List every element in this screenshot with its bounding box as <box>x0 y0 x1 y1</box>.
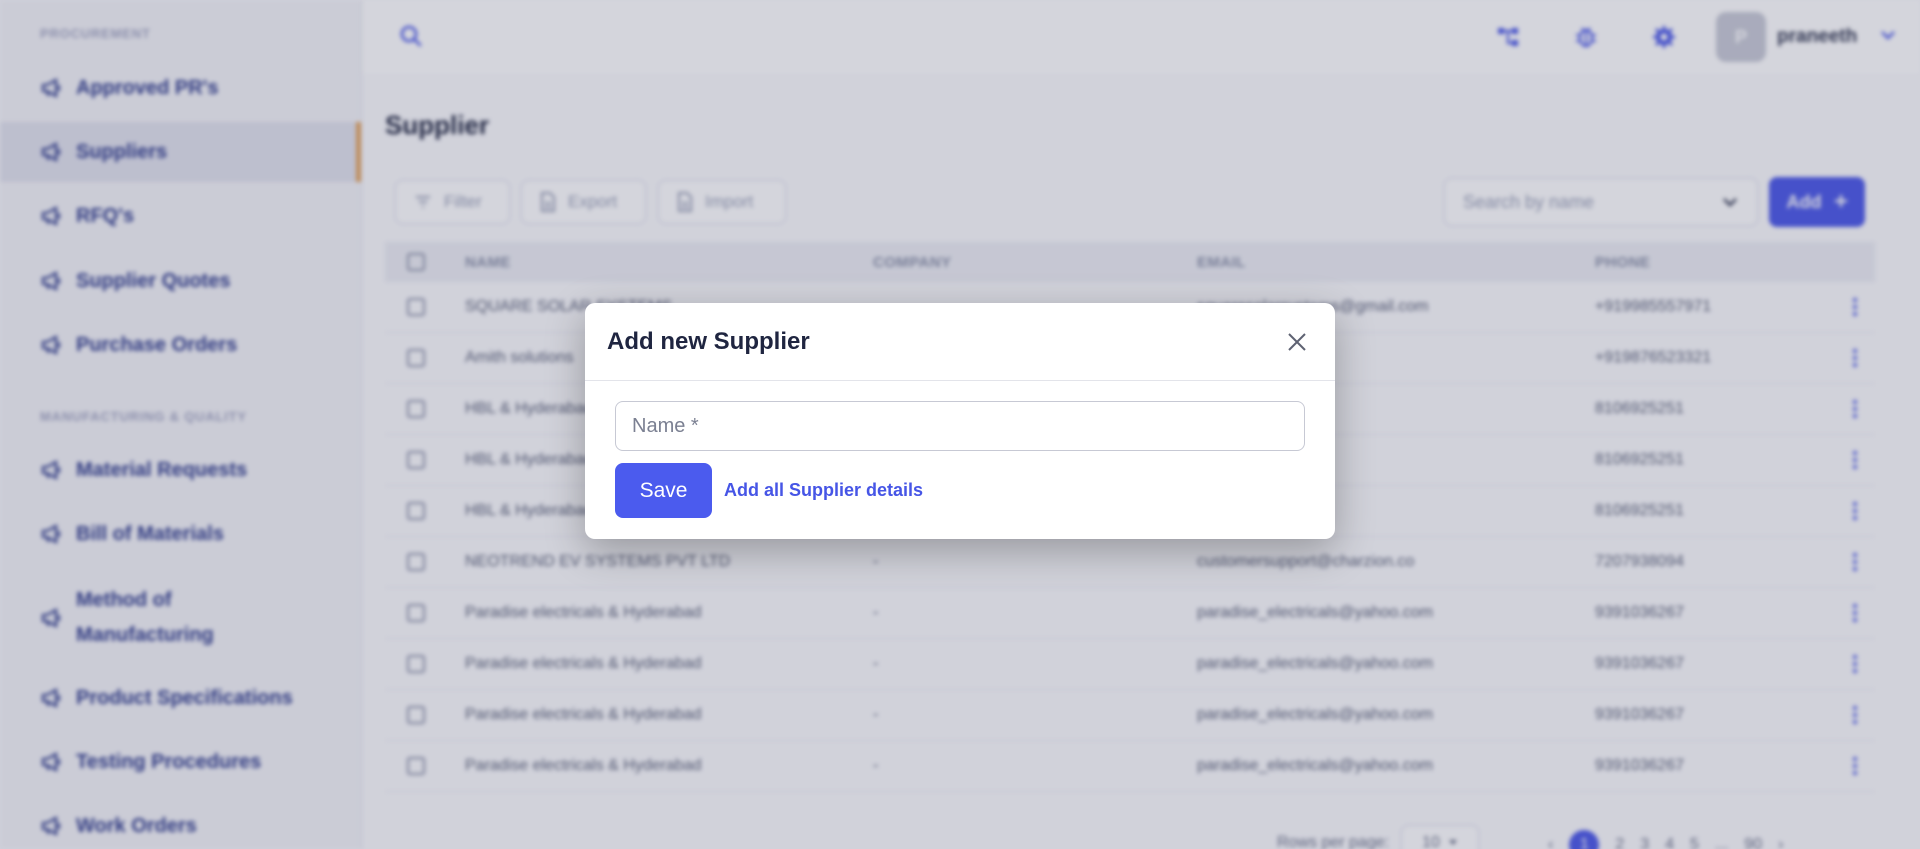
add-all-supplier-details-link[interactable]: Add all Supplier details <box>724 480 923 501</box>
modal-body: Save Add all Supplier details <box>585 381 1335 518</box>
save-button[interactable]: Save <box>615 463 712 518</box>
modal-header: Add new Supplier <box>585 303 1335 381</box>
add-supplier-modal: Add new Supplier Save Add all Supplier d… <box>585 303 1335 539</box>
supplier-name-input[interactable] <box>615 401 1305 451</box>
close-icon[interactable] <box>1281 326 1313 358</box>
modal-actions: Save Add all Supplier details <box>615 463 1305 518</box>
modal-title: Add new Supplier <box>607 327 810 355</box>
